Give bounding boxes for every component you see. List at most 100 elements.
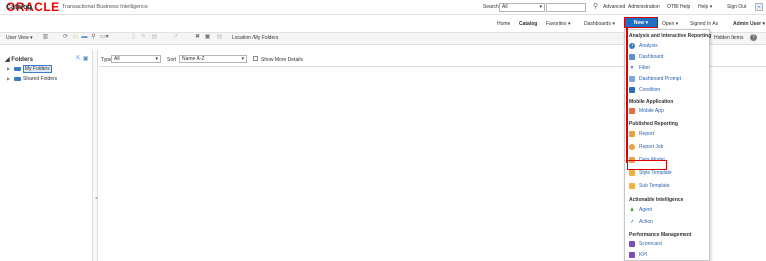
tree-item-label: Shared Folders [23, 76, 58, 82]
chevron-down-icon: ▾ [155, 56, 158, 62]
chevron-down-icon: ▾ [709, 4, 713, 10]
sort-label: Sort [167, 57, 177, 63]
type-value: All [114, 56, 120, 62]
tree-item-shared-folders[interactable]: ▶ Shared Folders [7, 76, 57, 82]
nav-favorites[interactable]: Favorites ▾ [546, 21, 570, 27]
menu-item-analysis[interactable]: ◔ Analysis [629, 42, 658, 51]
expand-arrow-icon[interactable]: ▶ [7, 66, 12, 71]
menu-item-condition[interactable]: Condition [629, 86, 660, 95]
menu-item-dashboard[interactable]: Dashboard [629, 53, 663, 62]
signed-in-label: Signed In As [690, 21, 719, 27]
menu-item-dashboard-prompt[interactable]: Dashboard Prompt [629, 75, 681, 84]
menu-item-agent[interactable]: ♟ Agent [629, 206, 652, 215]
user-view-select[interactable]: User View ▾ [6, 35, 33, 41]
annotation-connector [626, 28, 628, 163]
folders-title: ◢ Folders [5, 57, 33, 63]
menu-item-report-job[interactable]: Report Job [629, 143, 663, 152]
nav-home[interactable]: Home [497, 21, 510, 27]
tree-item-label: My Folders [23, 65, 52, 73]
menu-item-label: KPI [639, 252, 648, 258]
menu-item-label: Report Job [639, 144, 664, 150]
paste-icon[interactable]: ▤ [151, 34, 158, 41]
menu-section-actionable: Actionable Intelligence [629, 197, 684, 203]
folder-icon [14, 76, 21, 81]
show-more-details-checkbox[interactable] [253, 56, 258, 61]
user-name: Admin User [733, 21, 762, 27]
folder-menu-icon[interactable]: ▭▾ [100, 34, 109, 41]
menu-item-sub-template[interactable]: Sub Template [629, 182, 669, 191]
menu-item-kpi[interactable]: KPI [629, 251, 647, 260]
sign-out-link[interactable]: Sign Out [727, 4, 746, 10]
splitter-grip-icon[interactable]: ◂ [95, 195, 97, 200]
help-menu[interactable]: Help ▾ [698, 4, 712, 10]
copy-icon[interactable]: ▯ [130, 34, 137, 41]
folders-title-text: Folders [11, 57, 33, 63]
menu-item-label: Agent [639, 207, 653, 213]
agent-icon: ♟ [629, 206, 635, 213]
refresh-icon[interactable]: ⟳ [62, 34, 69, 41]
search-icon[interactable]: ⚲ [593, 3, 598, 11]
user-badge-icon[interactable]: ▪▪ [755, 3, 763, 11]
new-folder-icon[interactable]: ▭ [72, 34, 79, 41]
menu-item-label: Style Template [639, 170, 672, 176]
page-title: Catalog [6, 4, 32, 11]
menu-item-filter[interactable]: ▼ Filter [629, 64, 651, 73]
menu-item-action[interactable]: ➚ Action [629, 218, 653, 227]
mobile-app-icon [629, 107, 635, 114]
open-label: Open [662, 21, 675, 27]
type-select[interactable]: All ▾ [111, 55, 161, 63]
search-catalog-icon[interactable]: ⚲ [90, 34, 97, 41]
advanced-link[interactable]: Advanced [603, 4, 625, 10]
otbi-help-link[interactable]: OTBI Help [667, 4, 690, 10]
archive-icon[interactable]: ▣ [204, 34, 211, 41]
hidden-items-toggle[interactable]: Hidden Items [714, 35, 743, 41]
menu-item-mobile-app[interactable]: Mobile App [629, 107, 664, 116]
style-template-icon [629, 169, 635, 176]
menu-item-scorecard[interactable]: Scorecard [629, 240, 662, 249]
delete-icon[interactable]: ✖ [194, 34, 201, 41]
dashboards-label: Dashboards [584, 21, 611, 27]
folder-icon [14, 66, 21, 71]
menu-section-analysis: Analysis and Interactive Reporting [629, 33, 712, 39]
sort-select[interactable]: Name A-Z ▾ [179, 55, 247, 63]
nav-catalog[interactable]: Catalog [519, 21, 537, 27]
chevron-down-icon: ▾ [612, 21, 615, 27]
chevron-down-icon: ▾ [567, 21, 571, 27]
menu-item-label: Dashboard [639, 54, 664, 60]
chevron-down-icon: ▾ [539, 4, 542, 10]
more-actions-icon[interactable]: ↗ [172, 34, 179, 41]
open-menu[interactable]: Open ▾ [662, 21, 678, 27]
menu-item-label: Action [639, 219, 653, 225]
view-options-icon[interactable]: ▥ [42, 34, 49, 41]
edit-icon[interactable]: ✎ [140, 34, 147, 41]
tree-item-my-folders[interactable]: ▶ My Folders [7, 65, 52, 73]
chevron-down-icon: ▾ [645, 20, 649, 26]
search-scope-select[interactable]: All ▾ [499, 3, 545, 12]
folders-tools[interactable]: ⇱ ▣ [76, 55, 88, 62]
menu-item-label: Dashboard Prompt [639, 76, 681, 82]
expand-arrow-icon[interactable]: ▶ [7, 76, 12, 81]
help-icon[interactable]: ? [750, 34, 757, 41]
search-input[interactable] [546, 3, 586, 12]
menu-item-report[interactable]: Report [629, 130, 654, 139]
pane-splitter[interactable] [93, 50, 98, 261]
nav-dashboards[interactable]: Dashboards ▾ [584, 21, 615, 27]
analysis-icon: ◔ [629, 42, 635, 49]
location-path: Location /My Folders [232, 35, 279, 41]
scorecard-icon [629, 240, 635, 247]
new-button[interactable]: New ▾ [624, 17, 658, 28]
properties-icon[interactable]: ▤ [216, 34, 223, 41]
show-more-details-label: Show More Details [261, 57, 303, 63]
help-label: Help [698, 4, 709, 10]
chevron-down-icon: ▾ [241, 56, 244, 62]
search-label: Search [483, 4, 499, 10]
sort-value: Name A-Z [182, 56, 205, 62]
menu-item-style-template[interactable]: Style Template [629, 169, 672, 178]
search-scope-value: All [502, 4, 508, 10]
administration-link[interactable]: Administration [628, 4, 660, 10]
menu-section-mobile: Mobile Application [629, 99, 674, 105]
upload-icon[interactable]: ▬ [81, 34, 88, 41]
filter-icon: ▼ [629, 64, 635, 71]
user-menu[interactable]: Admin User ▾ [733, 21, 765, 27]
menu-item-label: Filter [639, 65, 651, 71]
